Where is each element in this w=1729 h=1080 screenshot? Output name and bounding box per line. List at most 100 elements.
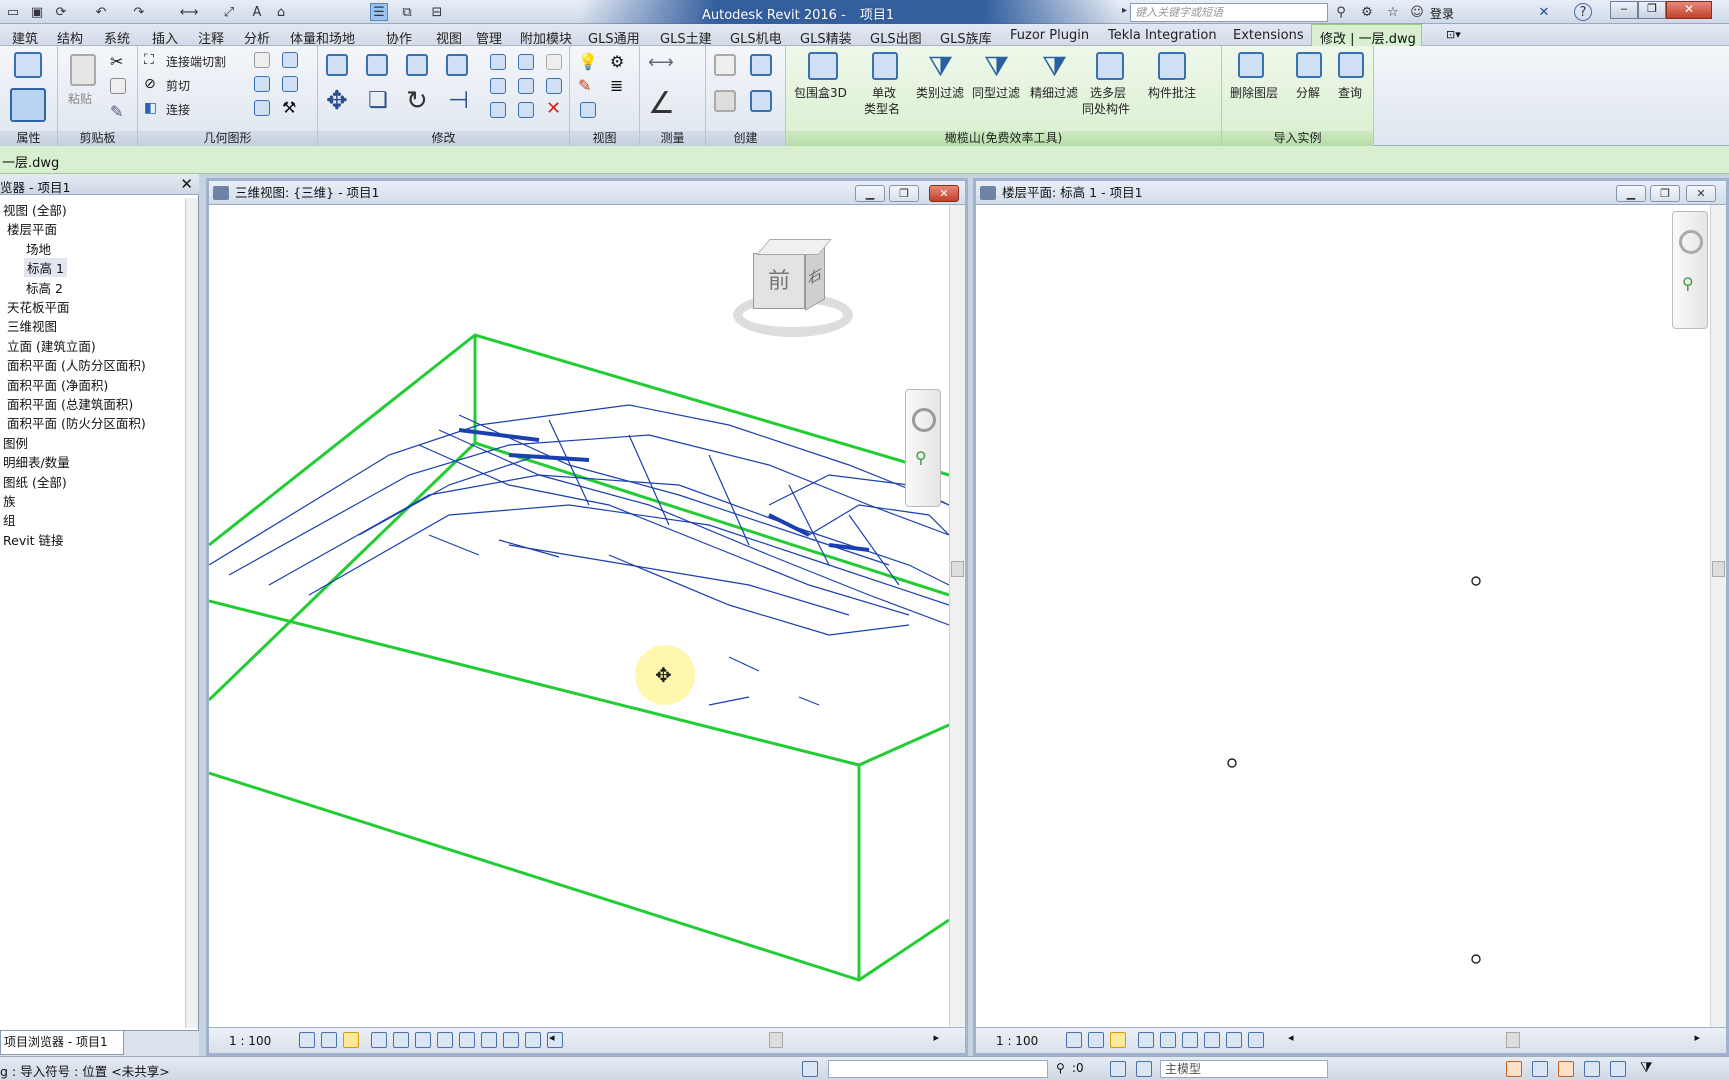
- override-graphics-icon[interactable]: ⚙: [610, 52, 624, 71]
- beam-join-icon[interactable]: [254, 100, 270, 116]
- model-dropdown[interactable]: 主模型: [1160, 1060, 1328, 1078]
- join-icon[interactable]: ◧: [144, 100, 157, 116]
- tab-project-browser[interactable]: 项目浏览器 - 项目1: [0, 1031, 124, 1055]
- cut-geometry-icon[interactable]: ⊘: [144, 76, 156, 92]
- tab-14[interactable]: GLS精装: [800, 28, 852, 47]
- cope-button[interactable]: 连接端切割: [166, 53, 226, 70]
- plan-scroll-right-icon[interactable]: ▸: [1694, 1031, 1700, 1044]
- type-name-button[interactable]: 类型名: [864, 100, 900, 117]
- explode-button[interactable]: 分解: [1296, 84, 1320, 101]
- scale-icon[interactable]: [518, 78, 534, 94]
- plan-temporary-hide-icon[interactable]: [1204, 1032, 1220, 1048]
- zoom-icon[interactable]: ⚲: [915, 448, 927, 467]
- tab-5[interactable]: 分析: [244, 28, 270, 47]
- browser-item[interactable]: 标高 1: [24, 258, 67, 278]
- view-element-icon[interactable]: [580, 102, 596, 118]
- browser-item[interactable]: 组: [3, 510, 16, 529]
- temporary-hide-icon[interactable]: [481, 1032, 497, 1048]
- plan-shadows-icon[interactable]: [1138, 1032, 1154, 1048]
- 3d-view-icon[interactable]: ⌂: [272, 3, 290, 21]
- match-properties-icon[interactable]: ✎: [110, 102, 123, 121]
- h-scroll-thumb[interactable]: [769, 1032, 783, 1048]
- annotate-button[interactable]: 构件批注: [1148, 84, 1196, 101]
- category-filter-button[interactable]: 类别过滤: [916, 84, 964, 101]
- bounding-box-3d-icon[interactable]: [808, 52, 838, 80]
- offset-icon[interactable]: [366, 54, 388, 76]
- scroll-right-icon[interactable]: ▸: [933, 1031, 939, 1044]
- select-underlay-icon[interactable]: [1532, 1061, 1548, 1077]
- tab-8[interactable]: 视图: [436, 28, 462, 47]
- view-plan-restore[interactable]: ❐: [1650, 185, 1680, 202]
- linework-stack-icon[interactable]: ≣: [610, 76, 623, 95]
- 2d-wheel-icon[interactable]: [1679, 230, 1703, 254]
- visual-style-icon[interactable]: [321, 1032, 337, 1048]
- copy-element-icon[interactable]: ❏: [368, 88, 388, 113]
- measure-icon[interactable]: ⟷: [180, 3, 199, 21]
- split-element-icon[interactable]: [490, 54, 506, 70]
- type-properties-icon[interactable]: [10, 88, 46, 122]
- mirror-draw-icon[interactable]: [446, 54, 468, 76]
- view-plan-scale[interactable]: 1 : 100: [996, 1034, 1038, 1048]
- tab-11[interactable]: GLS通用: [588, 28, 640, 47]
- measure-between-icon[interactable]: ⟷: [648, 52, 674, 73]
- browser-item[interactable]: 场地: [26, 239, 51, 258]
- view-3d-restore[interactable]: ❐: [889, 185, 919, 202]
- plan-reveal-hidden-icon[interactable]: [1226, 1032, 1242, 1048]
- plan-h-scroll-thumb[interactable]: [1506, 1032, 1520, 1048]
- cut-geometry-button[interactable]: 剪切: [166, 77, 190, 94]
- redo-icon[interactable]: ↷: [130, 3, 148, 21]
- browser-item[interactable]: 明细表/数量: [3, 452, 70, 471]
- shadows-icon[interactable]: [371, 1032, 387, 1048]
- minimize-button[interactable]: ‒: [1610, 1, 1638, 19]
- view-plan-close[interactable]: ✕: [1686, 185, 1716, 202]
- temporary-properties-icon[interactable]: [525, 1032, 541, 1048]
- tab-1[interactable]: 结构: [57, 28, 83, 47]
- view-plan-minimize[interactable]: ▁: [1616, 185, 1646, 202]
- view-plan-window[interactable]: 楼层平面: 标高 1 - 项目1 ▁ ❐ ✕ ⚲ 1 : 100 ◂ ▸: [973, 178, 1729, 1056]
- drag-elements-icon[interactable]: [1610, 1061, 1626, 1077]
- render-dialog-icon[interactable]: [393, 1032, 409, 1048]
- tab-15[interactable]: GLS出图: [870, 28, 922, 47]
- create-group-icon[interactable]: [714, 90, 736, 112]
- view-3d-scrollbar[interactable]: [949, 205, 965, 1027]
- user-icon[interactable]: ☺: [1408, 3, 1426, 21]
- linework-icon[interactable]: ✎: [578, 76, 591, 95]
- thin-lines-icon[interactable]: ☰: [370, 3, 388, 21]
- annotate-icon[interactable]: [1158, 52, 1186, 80]
- single-change-icon[interactable]: [872, 52, 898, 80]
- restore-button[interactable]: ❐: [1638, 1, 1666, 19]
- tab-9[interactable]: 管理: [476, 28, 502, 47]
- hammer-icon[interactable]: ⚒: [282, 98, 296, 117]
- browser-item[interactable]: 族: [3, 491, 16, 510]
- plan-scroll-left-icon[interactable]: ◂: [1288, 1031, 1294, 1044]
- browser-item[interactable]: 三维视图: [7, 316, 57, 335]
- tab-13[interactable]: GLS机电: [730, 28, 782, 47]
- copy-icon[interactable]: [110, 78, 126, 94]
- close-button[interactable]: ✕: [1666, 1, 1712, 19]
- split-gap-icon[interactable]: [518, 54, 534, 70]
- detail-level-icon[interactable]: [299, 1032, 315, 1048]
- select-links-icon[interactable]: [1506, 1061, 1522, 1077]
- search-input[interactable]: 键入关键字或短语: [1130, 3, 1328, 22]
- filter-icon[interactable]: ⧩: [1640, 1060, 1653, 1076]
- close-browser-icon[interactable]: ✕: [180, 175, 193, 193]
- binoculars-icon[interactable]: ⚲: [1332, 3, 1350, 21]
- browser-item[interactable]: 楼层平面: [7, 219, 57, 238]
- align-icon[interactable]: [326, 54, 348, 76]
- plan-crop-view-icon[interactable]: [1160, 1032, 1176, 1048]
- plan-visual-style-icon[interactable]: [1088, 1032, 1104, 1048]
- select-pinned-icon[interactable]: [1558, 1061, 1574, 1077]
- delete-layers-icon[interactable]: [1238, 52, 1264, 78]
- browser-item[interactable]: 面积平面 (防火分区面积): [7, 413, 146, 432]
- explode-icon[interactable]: [1296, 52, 1322, 78]
- plan-canvas[interactable]: [976, 205, 1711, 1007]
- tab-6[interactable]: 体量和场地: [290, 28, 355, 47]
- unpin-icon[interactable]: [546, 54, 562, 70]
- trim-multiple-icon[interactable]: [490, 102, 506, 118]
- move-icon[interactable]: ✥: [326, 86, 348, 116]
- select-by-face-icon[interactable]: [1584, 1061, 1600, 1077]
- sync-icon[interactable]: ⟳: [52, 3, 70, 21]
- cope-icon[interactable]: ⛶: [144, 52, 154, 68]
- browser-item[interactable]: 图纸 (全部): [3, 472, 67, 491]
- query-icon[interactable]: [1338, 52, 1364, 78]
